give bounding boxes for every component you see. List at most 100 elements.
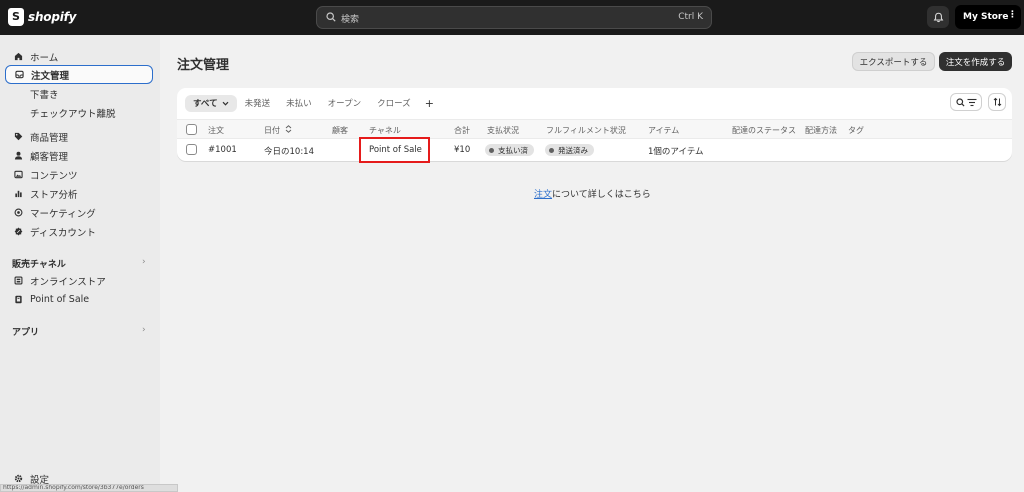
search-icon bbox=[955, 97, 965, 107]
learn-more-link[interactable]: 注文 bbox=[534, 190, 552, 200]
sidebar-item-discounts[interactable]: ディスカウント bbox=[5, 222, 153, 241]
fulfillment-status-badge: 発送済み bbox=[545, 144, 594, 156]
shopify-bag-icon bbox=[8, 8, 24, 26]
order-items[interactable]: 1個のアイテム bbox=[648, 145, 704, 157]
table-row[interactable]: #1001 今日の10:14 Point of Sale ¥10 支払い済 発送… bbox=[177, 139, 1012, 161]
sort-icon bbox=[993, 97, 1001, 107]
column-header-tags[interactable]: タグ bbox=[848, 125, 864, 136]
apps-heading: アプリ bbox=[12, 328, 40, 338]
pos-icon bbox=[15, 295, 22, 304]
shopify-logo[interactable]: shopify bbox=[8, 8, 76, 26]
browser-status-url: https://admin.shopify.com/store/3b377e/o… bbox=[0, 484, 178, 492]
payment-status-badge: 支払い済 bbox=[485, 144, 534, 156]
page-title: 注文管理 bbox=[177, 58, 230, 73]
chevron-down-icon bbox=[222, 101, 229, 106]
inbox-icon bbox=[15, 70, 24, 79]
column-header-channel[interactable]: チャネル bbox=[369, 125, 401, 136]
row-checkbox[interactable] bbox=[186, 144, 197, 155]
column-header-date[interactable]: 日付 bbox=[264, 125, 292, 136]
tab-open[interactable]: オープン bbox=[320, 95, 370, 112]
order-date: 今日の10:14 bbox=[264, 147, 314, 157]
column-header-label: 日付 bbox=[264, 126, 280, 135]
create-order-button[interactable]: 注文を作成する bbox=[939, 52, 1012, 71]
search-filter-button[interactable] bbox=[950, 93, 982, 111]
top-bar: shopify 検索 Ctrl K My Store ⋮ bbox=[0, 0, 1024, 35]
sidebar-item-customers[interactable]: 顧客管理 bbox=[5, 146, 153, 165]
learn-more-suffix: について詳しくはこちら bbox=[552, 190, 651, 200]
search-placeholder: 検索 bbox=[341, 15, 360, 25]
order-filter-tabs: すべて 未発送 未払い オープン クローズ + bbox=[185, 94, 440, 112]
bell-icon bbox=[933, 12, 943, 22]
sidebar-item-label: 顧客管理 bbox=[30, 151, 69, 163]
order-total: ¥10 bbox=[454, 145, 471, 155]
column-header-fulfillment-status[interactable]: フルフィルメント状況 bbox=[546, 125, 626, 136]
export-button[interactable]: エクスポートする bbox=[852, 52, 935, 71]
person-icon bbox=[14, 151, 23, 160]
filter-icon bbox=[967, 98, 976, 106]
column-header-customer[interactable]: 顧客 bbox=[332, 125, 348, 136]
store-menu-icon: ⋮ bbox=[1008, 10, 1017, 20]
table-header: 注文 日付 顧客 チャネル 合計 支払状況 フルフィルメント状況 アイテム 配達… bbox=[177, 119, 1012, 139]
tab-closed[interactable]: クローズ bbox=[369, 95, 419, 112]
sidebar-item-content[interactable]: コンテンツ bbox=[5, 165, 153, 184]
logo-text: shopify bbox=[28, 10, 77, 24]
discount-icon bbox=[14, 227, 23, 236]
sidebar-item-label: 商品管理 bbox=[30, 132, 69, 144]
apps-chevron-icon[interactable]: › bbox=[142, 325, 146, 335]
sales-channels-heading: 販売チャネル bbox=[12, 260, 66, 270]
column-header-delivery-status[interactable]: 配達のステータス bbox=[732, 125, 796, 136]
column-header-payment-status[interactable]: 支払状況 bbox=[487, 125, 519, 136]
sidebar-subitem-abandoned-checkouts[interactable]: チェックアウト離脱 bbox=[30, 106, 116, 120]
status-dot-icon bbox=[549, 147, 554, 153]
home-icon bbox=[14, 52, 23, 61]
sidebar-item-home[interactable]: ホーム bbox=[5, 47, 153, 66]
target-icon bbox=[14, 208, 23, 217]
notifications-button[interactable] bbox=[927, 6, 949, 28]
sort-button[interactable] bbox=[988, 93, 1006, 111]
image-icon bbox=[14, 170, 23, 179]
sidebar-item-online-store[interactable]: オンラインストア bbox=[5, 271, 153, 290]
add-view-button[interactable]: + bbox=[419, 95, 440, 112]
bar-chart-icon bbox=[15, 190, 22, 198]
status-dot-icon bbox=[489, 147, 494, 153]
tab-all[interactable]: すべて bbox=[185, 94, 237, 112]
search-shortcut: Ctrl K bbox=[678, 12, 703, 22]
select-all-checkbox[interactable] bbox=[186, 124, 197, 135]
tab-unpaid[interactable]: 未払い bbox=[278, 95, 320, 112]
sidebar-item-label: オンラインストア bbox=[30, 276, 106, 288]
channel-highlight-box bbox=[359, 137, 430, 163]
tab-unfulfilled[interactable]: 未発送 bbox=[237, 95, 279, 112]
sidebar-item-orders[interactable]: 注文管理 bbox=[5, 65, 153, 84]
sidebar-item-label: 注文管理 bbox=[31, 70, 70, 82]
store-menu-button[interactable]: My Store ⋮ bbox=[955, 5, 1021, 29]
sidebar-item-point-of-sale[interactable]: Point of Sale bbox=[5, 290, 153, 309]
orders-table-card: すべて 未発送 未払い オープン クローズ + 注文 日付 顧客 チャネル 合計… bbox=[177, 88, 1012, 161]
learn-more-text: 注文について詳しくはこちら bbox=[534, 187, 651, 200]
sidebar-item-label: Point of Sale bbox=[30, 294, 90, 305]
column-header-delivery-method[interactable]: 配達方法 bbox=[805, 125, 837, 136]
store-name: My Store bbox=[963, 12, 1009, 22]
column-header-items[interactable]: アイテム bbox=[648, 125, 679, 136]
sidebar-item-label: ディスカウント bbox=[30, 227, 96, 239]
sidebar-item-label: マーケティング bbox=[30, 208, 96, 220]
sidebar-item-marketing[interactable]: マーケティング bbox=[5, 203, 153, 222]
sidebar-item-analytics[interactable]: ストア分析 bbox=[5, 184, 153, 203]
column-header-total[interactable]: 合計 bbox=[454, 125, 470, 136]
sidebar-item-label: ホーム bbox=[30, 52, 59, 64]
sales-channels-chevron-icon[interactable]: › bbox=[142, 257, 146, 267]
sidebar-item-label: コンテンツ bbox=[30, 170, 78, 182]
tag-icon bbox=[14, 132, 23, 141]
order-number[interactable]: #1001 bbox=[208, 145, 237, 155]
sidebar-item-label: ストア分析 bbox=[30, 189, 78, 201]
badge-label: 発送済み bbox=[558, 145, 588, 155]
tab-label: すべて bbox=[193, 99, 218, 109]
search-input[interactable]: 検索 Ctrl K bbox=[316, 6, 712, 29]
search-icon bbox=[326, 12, 336, 22]
badge-label: 支払い済 bbox=[498, 145, 528, 155]
gear-icon bbox=[14, 474, 23, 483]
store-icon bbox=[14, 276, 23, 285]
sort-icon bbox=[285, 125, 291, 133]
sidebar-subitem-drafts[interactable]: 下書き bbox=[30, 87, 59, 101]
sidebar-item-products[interactable]: 商品管理 bbox=[5, 127, 153, 146]
column-header-order[interactable]: 注文 bbox=[208, 125, 224, 136]
